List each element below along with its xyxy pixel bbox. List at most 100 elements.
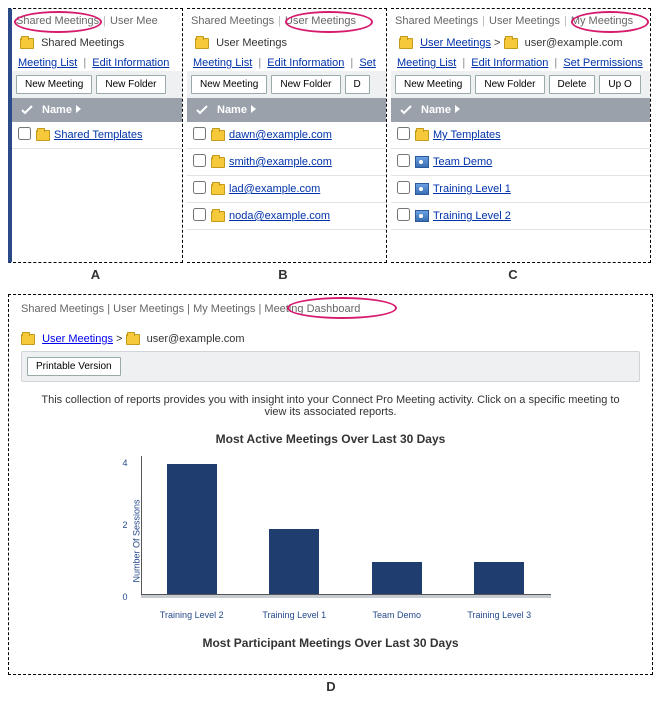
x-tick-label: Training Level 3 — [448, 610, 551, 620]
link-edit-information[interactable]: Edit Information — [471, 57, 548, 69]
link-edit-information[interactable]: Edit Information — [92, 57, 169, 69]
folder-icon — [211, 157, 225, 168]
link-edit-information[interactable]: Edit Information — [267, 57, 344, 69]
folder-icon — [126, 334, 140, 345]
panel-labels-row: A B C — [8, 263, 654, 288]
row-checkbox[interactable] — [397, 127, 410, 140]
list-item: Team Demo — [391, 149, 650, 176]
tab-user-meetings[interactable]: User Meetings — [285, 15, 356, 27]
list-item: My Templates — [391, 122, 650, 149]
row-checkbox[interactable] — [193, 208, 206, 221]
delete-button[interactable]: D — [345, 75, 370, 94]
folder-icon — [399, 38, 413, 49]
panel-label-a: A — [8, 267, 183, 282]
list-item: Shared Templates — [12, 122, 182, 149]
link-meeting-list[interactable]: Meeting List — [397, 57, 456, 69]
column-name[interactable]: Name — [217, 104, 256, 116]
y-tick: 2 — [123, 520, 128, 530]
tab-user-meetings[interactable]: User Meetings — [489, 15, 560, 27]
action-bar: Meeting List | Edit Information | Set — [187, 55, 386, 71]
up-one-level-button[interactable]: Up O — [599, 75, 640, 94]
bar[interactable] — [372, 562, 422, 595]
list-item: dawn@example.com — [187, 122, 386, 149]
column-name[interactable]: Name — [421, 104, 460, 116]
x-tick-label: Training Level 2 — [141, 610, 244, 620]
x-tick-label: Team Demo — [346, 610, 449, 620]
tab-shared-meetings[interactable]: Shared Meetings — [16, 15, 99, 27]
select-all-checkbox[interactable] — [397, 102, 415, 118]
delete-button[interactable]: Delete — [549, 75, 596, 94]
breadcrumb-link[interactable]: User Meetings — [42, 333, 113, 345]
bar-column — [141, 464, 244, 594]
x-tick-label: Training Level 1 — [243, 610, 346, 620]
item-link[interactable]: Team Demo — [433, 156, 492, 168]
printable-version-button[interactable]: Printable Version — [27, 357, 121, 376]
check-icon — [400, 104, 412, 116]
folder-icon — [504, 38, 518, 49]
list-item: noda@example.com — [187, 203, 386, 230]
table-header: Name — [391, 98, 650, 122]
row-checkbox[interactable] — [397, 208, 410, 221]
link-set-permissions[interactable]: Set — [359, 57, 376, 69]
row-checkbox[interactable] — [193, 127, 206, 140]
bar[interactable] — [474, 562, 524, 595]
select-all-checkbox[interactable] — [18, 102, 36, 118]
tab-my-meetings[interactable]: My Meetings — [571, 15, 633, 27]
bar[interactable] — [269, 529, 319, 594]
item-link[interactable]: dawn@example.com — [229, 129, 332, 141]
tab-shared-meetings[interactable]: Shared Meetings — [395, 15, 478, 27]
tabbar: Shared Meetings | User Meetings — [187, 9, 386, 31]
select-all-checkbox[interactable] — [193, 102, 211, 118]
row-checkbox[interactable] — [18, 127, 31, 140]
tabbar: Shared Meetings | User Meetings | My Mee… — [9, 295, 652, 321]
table-header: Name — [12, 98, 182, 122]
bar-column — [243, 529, 346, 594]
new-meeting-button[interactable]: New Meeting — [191, 75, 267, 94]
item-link[interactable]: Training Level 1 — [433, 183, 511, 195]
tab-shared-meetings[interactable]: Shared Meetings — [21, 303, 104, 315]
new-folder-button[interactable]: New Folder — [271, 75, 340, 94]
tab-shared-meetings[interactable]: Shared Meetings — [191, 15, 274, 27]
tab-user-meetings[interactable]: User Mee — [110, 15, 158, 27]
item-link[interactable]: noda@example.com — [229, 210, 330, 222]
item-link[interactable]: smith@example.com — [229, 156, 332, 168]
tab-my-meetings[interactable]: My Meetings — [193, 303, 255, 315]
row-checkbox[interactable] — [193, 181, 206, 194]
action-bar: Meeting List | Edit Information | Set Pe… — [391, 55, 650, 71]
link-set-permissions[interactable]: Set Permissions — [563, 57, 642, 69]
toolbar: Printable Version — [21, 351, 640, 382]
item-link[interactable]: lad@example.com — [229, 183, 320, 195]
check-icon — [21, 104, 33, 116]
breadcrumb-current: user@example.com — [525, 37, 623, 49]
folder-icon — [211, 184, 225, 195]
list-item: Training Level 2 — [391, 203, 650, 230]
new-folder-button[interactable]: New Folder — [96, 75, 165, 94]
folder-icon — [20, 38, 34, 49]
item-link[interactable]: Training Level 2 — [433, 210, 511, 222]
breadcrumb-current: Shared Meetings — [41, 37, 124, 49]
new-meeting-button[interactable]: New Meeting — [395, 75, 471, 94]
tab-user-meetings[interactable]: User Meetings — [113, 303, 184, 315]
breadcrumb-current: User Meetings — [216, 37, 287, 49]
table-header: Name — [187, 98, 386, 122]
panel-a: Shared Meetings | User Mee Shared Meetin… — [8, 8, 183, 263]
item-link[interactable]: My Templates — [433, 129, 501, 141]
row-checkbox[interactable] — [397, 181, 410, 194]
panel-label-d: D — [8, 675, 654, 700]
breadcrumb-link[interactable]: User Meetings — [420, 37, 491, 49]
row-checkbox[interactable] — [193, 154, 206, 167]
link-meeting-list[interactable]: Meeting List — [18, 57, 77, 69]
list-item: lad@example.com — [187, 176, 386, 203]
bar[interactable] — [167, 464, 217, 594]
dashboard-description: This collection of reports provides you … — [21, 390, 640, 428]
tab-meeting-dashboard[interactable]: Meeting Dashboard — [264, 303, 360, 315]
row-checkbox[interactable] — [397, 154, 410, 167]
item-link[interactable]: Shared Templates — [54, 129, 142, 141]
check-icon — [196, 104, 208, 116]
bar-chart: Number Of Sessions 4 2 0 Training Level … — [101, 456, 561, 626]
column-name[interactable]: Name — [42, 104, 81, 116]
new-folder-button[interactable]: New Folder — [475, 75, 544, 94]
link-meeting-list[interactable]: Meeting List — [193, 57, 252, 69]
new-meeting-button[interactable]: New Meeting — [16, 75, 92, 94]
item-list: dawn@example.com smith@example.com lad@e… — [187, 122, 386, 230]
